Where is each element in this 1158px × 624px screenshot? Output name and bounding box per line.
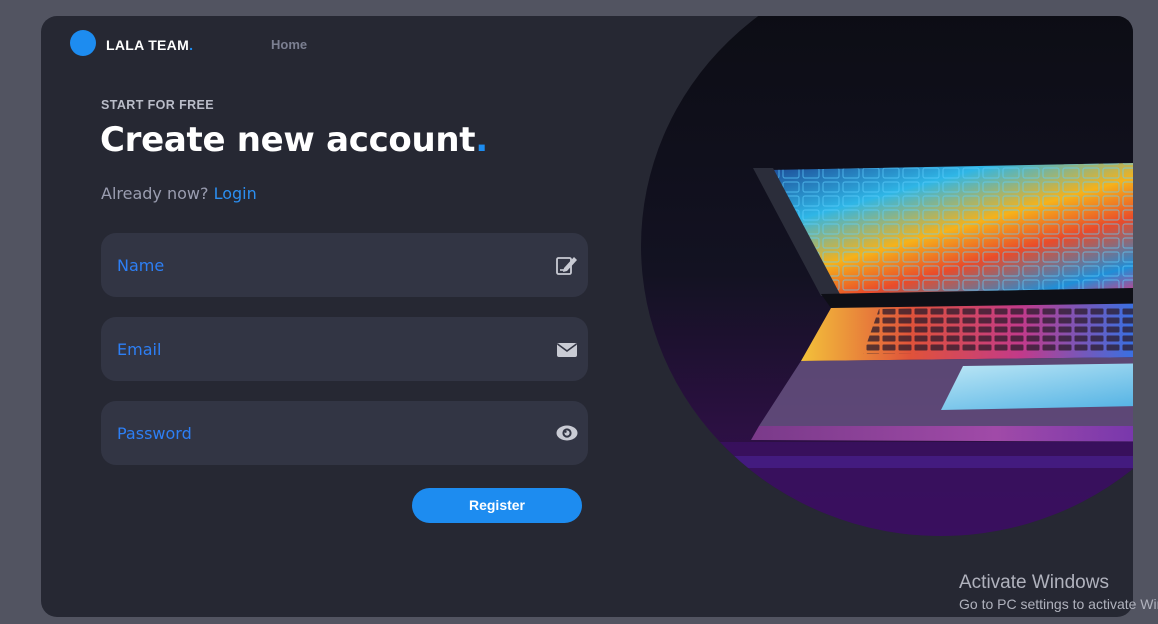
activate-windows-watermark: Activate Windows Go to PC settings to ac… (959, 572, 1158, 612)
name-field[interactable]: Name (101, 233, 588, 297)
page-title-dot: . (475, 120, 488, 160)
brand-dot: . (189, 37, 194, 53)
login-prompt-text: Already now? (101, 184, 209, 203)
watermark-subtitle: Go to PC settings to activate Windows. (959, 596, 1158, 612)
password-field[interactable]: Password (101, 401, 588, 465)
edit-icon (556, 257, 577, 275)
eye-icon[interactable] (556, 423, 578, 443)
brand-logo[interactable]: LALA TEAM. (106, 37, 193, 53)
page-title-text: Create new account (100, 120, 476, 160)
eyebrow-label: START FOR FREE (101, 98, 215, 112)
name-field-label: Name (117, 256, 165, 275)
email-field[interactable]: Email (101, 317, 588, 381)
register-button[interactable]: Register (412, 488, 582, 523)
page-title: Create new account. (100, 120, 488, 160)
login-prompt: Already now? Login (101, 184, 257, 203)
signup-card: LALA TEAM. Home START FOR FREE Create ne… (41, 16, 1133, 617)
logo-circle-icon[interactable] (70, 30, 96, 56)
password-field-label: Password (117, 424, 192, 443)
watermark-title: Activate Windows (959, 572, 1109, 593)
brand-name: LALA TEAM (106, 37, 190, 53)
envelope-icon (557, 343, 577, 357)
nav-home-link[interactable]: Home (271, 37, 307, 52)
login-link[interactable]: Login (214, 184, 257, 203)
email-field-label: Email (117, 340, 162, 359)
hero-laptop-image (641, 16, 1133, 536)
